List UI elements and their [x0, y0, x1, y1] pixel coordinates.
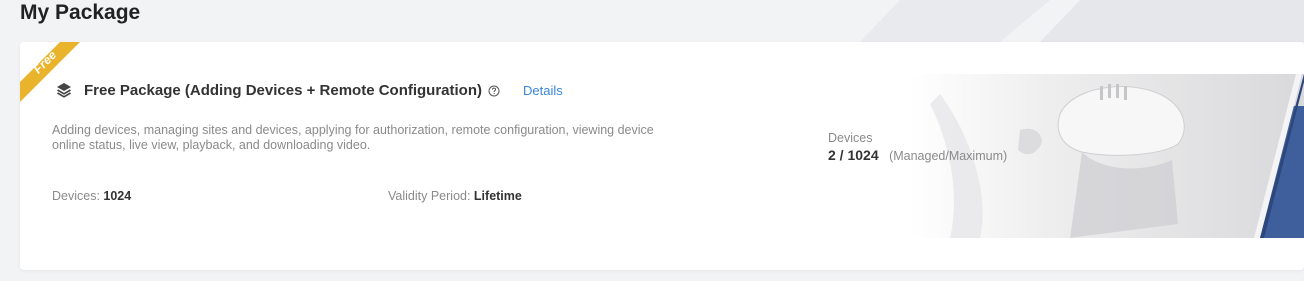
package-description: Adding devices, managing sites and devic… — [52, 123, 654, 152]
devices-value: 1024 — [103, 189, 132, 203]
validity-value: Lifetime — [473, 189, 522, 203]
package-header: Free Package (Adding Devices + Remote Co… — [56, 80, 563, 100]
devices-label: Devices: — [52, 189, 104, 203]
usage-hint: (Managed/Maximum) — [889, 149, 1008, 163]
validity-label: Validity Period: — [388, 189, 474, 203]
package-title: Free Package (Adding Devices + Remote Co… — [84, 81, 483, 99]
usage-label: Devices — [828, 131, 873, 145]
layers-icon — [56, 82, 72, 98]
package-card: Free Free Package (Adding Devices + Remo… — [20, 42, 1304, 270]
validity-meta: Validity Period: Lifetime — [388, 189, 522, 203]
usage-row: 2 / 1024 (Managed/Maximum) — [828, 147, 1007, 165]
page-title: My Package — [20, 1, 141, 24]
usage-value: 2 / 1024 — [828, 147, 879, 163]
devices-meta: Devices: 1024 — [52, 189, 131, 203]
details-link[interactable]: Details — [523, 83, 563, 98]
question-circle-icon[interactable] — [488, 84, 500, 97]
device-usage: Devices 2 / 1024 (Managed/Maximum) — [828, 131, 1007, 165]
